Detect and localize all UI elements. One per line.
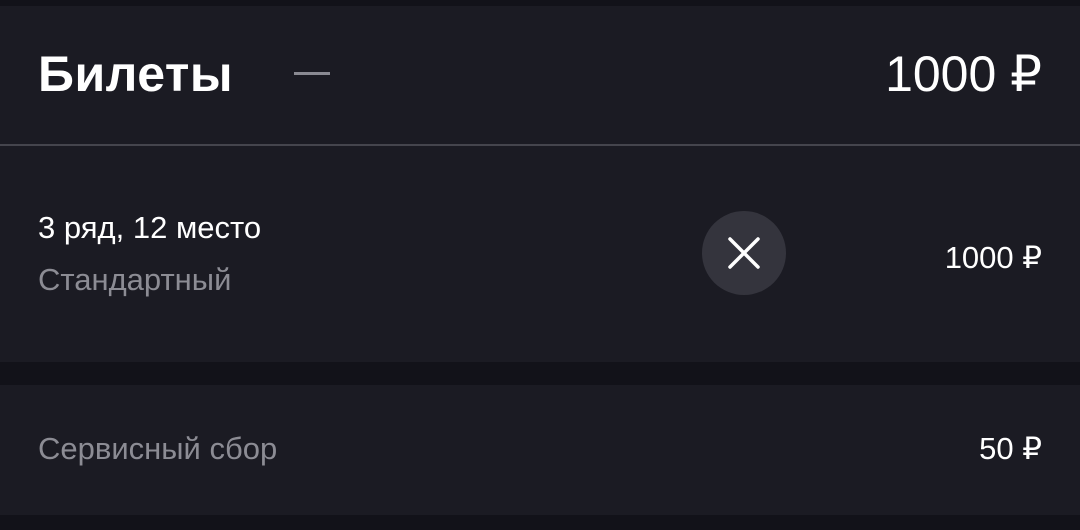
tickets-header[interactable]: Билеты 1000 ₽: [0, 6, 1080, 146]
service-fee-price: 50 ₽: [979, 431, 1042, 466]
tickets-title: Билеты: [38, 46, 234, 102]
collapse-toggle-icon[interactable]: [294, 72, 330, 75]
ticket-seat: 3 ряд, 12 место: [38, 210, 262, 245]
close-icon: [728, 237, 760, 269]
ticket-price: 1000 ₽: [944, 240, 1042, 275]
service-fee-card: Сервисный сбор 50 ₽: [0, 385, 1080, 515]
service-fee-label: Сервисный сбор: [38, 431, 278, 466]
ticket-category: Стандартный: [38, 262, 232, 297]
tickets-total: 1000 ₽: [885, 46, 1042, 102]
tickets-card: Билеты 1000 ₽ 3 ряд, 12 место Стандартны…: [0, 6, 1080, 362]
remove-ticket-button[interactable]: [702, 211, 786, 295]
ticket-row: 3 ряд, 12 место Стандартный 1000 ₽: [0, 146, 1080, 362]
